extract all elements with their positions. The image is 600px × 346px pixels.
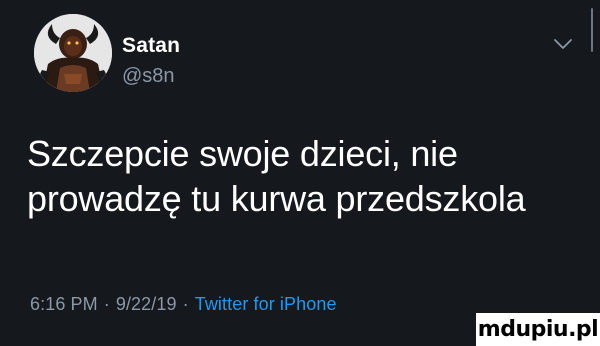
- tweet-date[interactable]: 9/22/19: [116, 294, 177, 314]
- tweet-card: Satan @s8n Szczepcie swoje dzieci, nie p…: [0, 0, 600, 346]
- tweet-time[interactable]: 6:16 PM: [30, 294, 98, 314]
- tweet-source[interactable]: Twitter for iPhone: [195, 294, 337, 314]
- author-handle[interactable]: @s8n: [122, 64, 180, 88]
- tweet-text-line: Szczepcie swoje dzieci, nie: [27, 133, 458, 174]
- watermark: mdupiu.pl: [476, 313, 600, 346]
- chevron-down-icon[interactable]: [552, 36, 574, 52]
- tweet-text: Szczepcie swoje dzieci, nie prowadzę tu …: [27, 131, 587, 221]
- author-names: Satan @s8n: [122, 34, 180, 88]
- tweet-text-line: prowadzę tu kurwa przedszkola: [27, 178, 526, 219]
- meta-separator: ·: [182, 294, 189, 314]
- author-display-name[interactable]: Satan: [122, 34, 180, 58]
- avatar[interactable]: [34, 14, 112, 92]
- meta-separator: ·: [103, 294, 110, 314]
- tweet-meta: 6:16 PM · 9/22/19 · Twitter for iPhone: [30, 294, 337, 315]
- devil-avatar-icon: [34, 14, 112, 92]
- tweet-header: Satan @s8n: [34, 14, 594, 104]
